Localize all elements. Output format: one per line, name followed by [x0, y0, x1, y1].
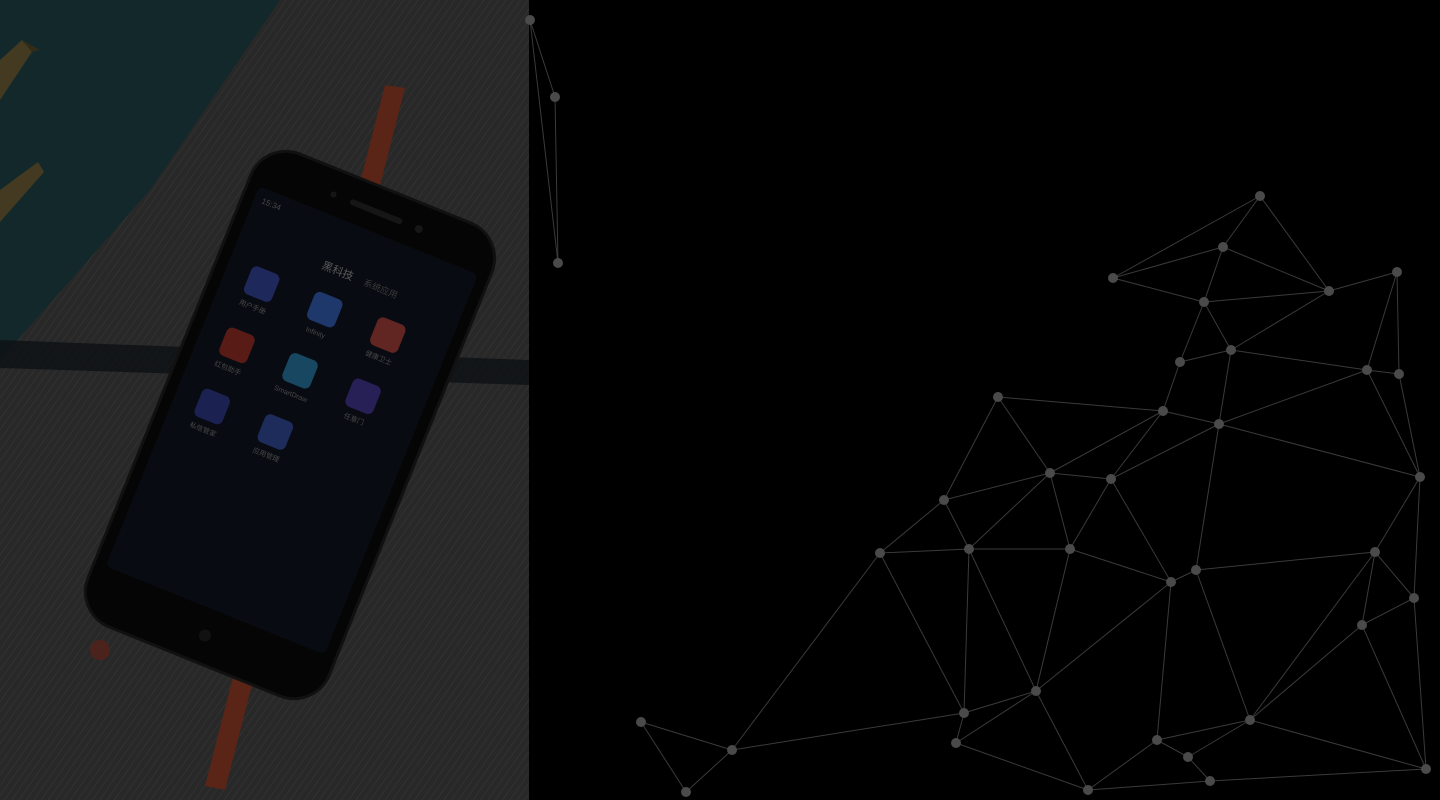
hero-photo: 15:34 黑科技 系统应用 用户手册 Infinity 健康卫士 红包助手 Smart… [0, 0, 529, 800]
page-root: 15:34 黑科技 系统应用 用户手册 Infinity 健康卫士 红包助手 Smart… [0, 0, 1440, 800]
hero-photo-illustration: 15:34 黑科技 系统应用 用户手册Infinity健康卫士红包助手Smart… [0, 0, 529, 800]
photo-dim-overlay [0, 0, 529, 800]
network-panel [529, 0, 1440, 800]
